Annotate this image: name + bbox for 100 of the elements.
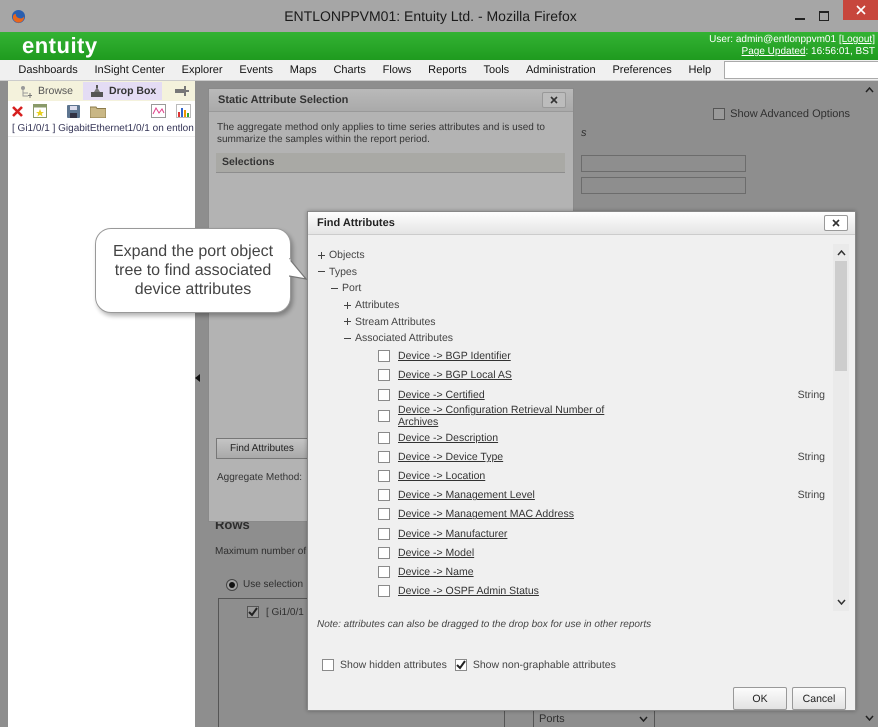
browser-logo-icon [11, 8, 26, 24]
tree-node[interactable]: Attributes [355, 299, 400, 312]
scroll-down-icon[interactable] [836, 599, 846, 605]
menu-item[interactable]: Charts [325, 64, 374, 76]
menu-item[interactable]: Preferences [604, 64, 680, 76]
checkbox[interactable] [378, 566, 390, 578]
scroll-up-icon[interactable] [864, 87, 874, 93]
page-updated-time: : 16:56:01, BST [806, 46, 875, 57]
menu-item[interactable]: Help [680, 64, 720, 76]
tree-node[interactable]: Associated Attributes [355, 332, 454, 344]
checkbox[interactable] [378, 369, 390, 382]
attribute-link[interactable]: Device -> BGP Local AS [398, 369, 512, 382]
panel-tab[interactable]: Browse [14, 82, 80, 100]
checkbox[interactable] [378, 470, 390, 482]
callout-pointer [289, 258, 307, 280]
attribute-link[interactable]: Device -> Location [398, 470, 486, 482]
checkbox[interactable] [378, 585, 390, 598]
tree-node[interactable]: Types [329, 266, 358, 278]
menu-item[interactable]: Reports [420, 64, 476, 76]
checkbox[interactable] [378, 450, 390, 463]
checkbox-label: Show non-graphable attributes [472, 659, 616, 671]
maximize-icon[interactable] [819, 11, 829, 21]
checkbox[interactable] [713, 108, 726, 120]
checkbox[interactable] [378, 489, 390, 502]
expand-icon[interactable] [344, 302, 351, 309]
menu-item[interactable]: Explorer [173, 64, 231, 76]
checkbox[interactable] [378, 410, 390, 422]
tree-node[interactable]: Port [342, 282, 362, 294]
checkbox[interactable] [378, 388, 390, 401]
attribute-link[interactable]: Device -> BGP Identifier [398, 350, 511, 362]
radio-label: Use selection [243, 579, 304, 590]
checkbox[interactable] [378, 546, 390, 559]
attribute-link[interactable]: Device -> Manufacturer [398, 528, 508, 540]
tree-node[interactable]: Stream Attributes [355, 316, 436, 328]
menu-item[interactable]: Events [230, 64, 282, 76]
menu-item[interactable]: Administration [518, 64, 604, 76]
scroll-down-icon[interactable] [864, 715, 874, 721]
user-label: User: admin@entlonppvm01 [709, 34, 836, 45]
favorite-icon[interactable] [33, 104, 47, 118]
description-text: The aggregate method only applies to time series attributes and is used to summarize the samples within the report period. [216, 121, 546, 146]
menu-item[interactable]: Dashboards [10, 64, 86, 76]
checkbox[interactable] [378, 508, 390, 520]
attribute-link[interactable]: Device -> Name [398, 566, 474, 578]
scroll-thumb[interactable] [835, 261, 847, 371]
window-title: ENTLONPPVM01: Entuity Ltd. - Mozilla Firefox [283, 8, 578, 24]
checkbox-label: Show hidden attributes [340, 659, 447, 671]
dialog-title: Find Attributes [317, 217, 395, 229]
delete-icon[interactable] [12, 106, 23, 116]
close-icon [832, 219, 840, 227]
save-icon[interactable] [67, 104, 80, 118]
cancel-button[interactable]: Cancel [792, 687, 846, 710]
attribute-link[interactable]: Device -> Description [398, 432, 498, 444]
ok-button[interactable]: OK [733, 687, 787, 710]
input-field[interactable] [581, 177, 746, 194]
attribute-type: String [798, 388, 825, 401]
checkbox[interactable] [378, 432, 390, 444]
folder-icon[interactable] [90, 104, 106, 118]
panel-tab[interactable]: Drop Box [83, 82, 162, 100]
tree-icon [20, 84, 34, 98]
field-label: Aggregate Method: [217, 472, 302, 483]
drop-box-item[interactable]: [ Gi1/0/1 ] GigabitEthernet1/0/1 on entlon [8, 121, 195, 137]
pin-icon[interactable] [175, 86, 189, 96]
attribute-link[interactable]: Device -> Configuration Retrieval Number of Archives [398, 404, 623, 428]
field-label: Maximum number of [215, 546, 306, 559]
bar-chart-icon[interactable] [176, 104, 191, 118]
close-button[interactable] [824, 215, 848, 231]
tray-icon [89, 84, 106, 98]
search-field[interactable] [724, 61, 878, 79]
tree-node[interactable]: Objects [329, 249, 365, 262]
checkbox-label: Show Advanced Options [730, 108, 850, 120]
attribute-link[interactable]: Device -> Device Type [398, 450, 504, 463]
scroll-up-icon[interactable] [836, 250, 846, 256]
expand-icon[interactable] [344, 318, 351, 326]
checkbox[interactable] [322, 659, 334, 671]
menu-item[interactable]: Maps [281, 64, 326, 76]
line-chart-icon[interactable] [151, 104, 166, 118]
section-header: Selections [216, 153, 565, 173]
scrollbar[interactable] [833, 244, 849, 611]
checkbox[interactable] [378, 528, 390, 540]
attribute-link[interactable]: Device -> OSPF Admin Status [398, 585, 539, 598]
checkbox[interactable] [378, 350, 390, 362]
attribute-link[interactable]: Device -> Management Level [398, 489, 535, 502]
expand-icon[interactable] [318, 252, 325, 259]
menu-item[interactable]: Flows [374, 64, 420, 76]
close-icon [856, 5, 866, 15]
close-button[interactable] [542, 92, 566, 108]
radio-button[interactable] [226, 578, 238, 590]
checkbox[interactable] [247, 606, 259, 618]
checkbox[interactable] [454, 659, 467, 671]
chevron-down-icon [639, 716, 648, 722]
menu-item[interactable]: InSight Center [86, 64, 174, 76]
menu-item[interactable]: Tools [475, 64, 518, 76]
input-field[interactable] [581, 155, 746, 172]
collapse-arrow-icon[interactable] [195, 374, 200, 382]
attribute-link[interactable]: Device -> Certified [398, 388, 485, 401]
dialog-title: Static Attribute Selection [218, 94, 348, 106]
attribute-link[interactable]: Device -> Management MAC Address [398, 508, 574, 520]
attribute-link[interactable]: Device -> Model [398, 546, 474, 559]
logo: entuity [22, 33, 98, 59]
selection-item-label: [ Gi1/0/1 [266, 606, 304, 618]
